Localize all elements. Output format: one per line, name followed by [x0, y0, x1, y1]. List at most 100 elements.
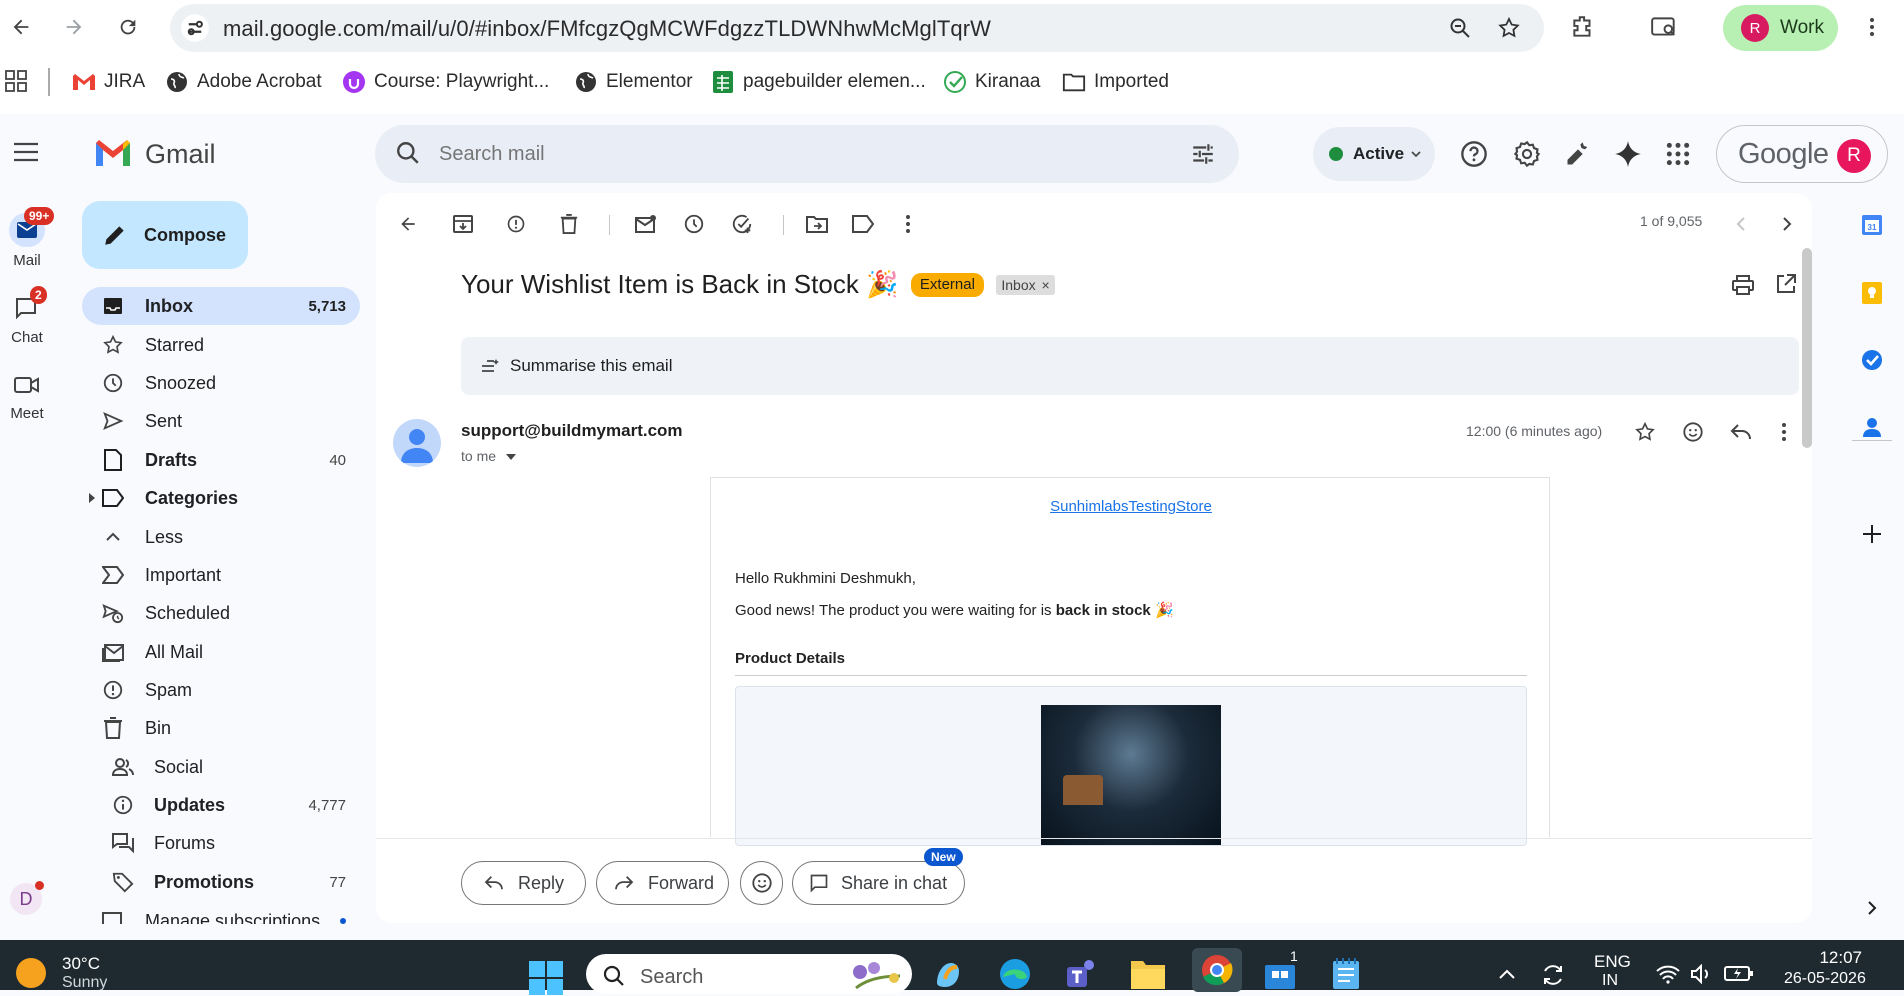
more-options-icon[interactable]: [893, 209, 923, 239]
contacts-icon[interactable]: [1855, 410, 1889, 444]
back-icon[interactable]: [3, 9, 39, 45]
account-box[interactable]: Google R: [1716, 125, 1888, 183]
sidebar-item-all-mail[interactable]: All Mail: [82, 633, 360, 671]
apps-grid-icon[interactable]: [5, 70, 27, 92]
remove-label-icon[interactable]: ×: [1042, 277, 1050, 293]
bookmark-elementor[interactable]: Elementor: [574, 68, 693, 96]
print-icon[interactable]: [1732, 275, 1754, 295]
older-chevron-right-icon[interactable]: [1772, 209, 1802, 239]
browser-menu-icon[interactable]: [1860, 14, 1884, 40]
sidebar-item-manage-subscriptions[interactable]: Manage subscriptions: [82, 906, 360, 924]
sender-email[interactable]: support@buildmymart.com: [461, 421, 683, 441]
battery-charging-icon[interactable]: [1724, 962, 1754, 984]
sidebar-item-promotions[interactable]: Promotions 77: [82, 863, 360, 901]
status-chip[interactable]: Active: [1313, 127, 1435, 181]
emoji-button[interactable]: [740, 861, 783, 905]
emoji-reaction-icon[interactable]: [1682, 421, 1704, 443]
bookmark-kiranaa[interactable]: Kiranaa: [943, 68, 1041, 96]
search-icon[interactable]: [395, 140, 421, 166]
copilot-app-icon[interactable]: [928, 954, 968, 994]
sidebar-item-social[interactable]: Social: [82, 748, 360, 786]
bookmark-imported[interactable]: Imported: [1062, 68, 1169, 96]
gemini-sparkle-icon[interactable]: [1614, 140, 1642, 168]
volume-icon[interactable]: [1690, 964, 1714, 984]
show-side-panel-chevron-icon[interactable]: [1855, 891, 1889, 925]
sender-avatar[interactable]: [393, 419, 441, 467]
reply-icon[interactable]: [1730, 423, 1752, 441]
windows-start-icon[interactable]: [528, 960, 564, 996]
tasks-icon[interactable]: [1855, 343, 1889, 377]
mark-unread-icon[interactable]: [631, 209, 661, 239]
sync-icon[interactable]: [1540, 962, 1566, 988]
sidebar-item-inbox[interactable]: Inbox 5,713: [82, 287, 360, 325]
recipient-toggle[interactable]: to me: [461, 448, 516, 464]
zoom-icon[interactable]: [1448, 16, 1472, 40]
newer-chevron-left-icon[interactable]: [1726, 209, 1756, 239]
google-apps-icon[interactable]: [1665, 141, 1691, 167]
weather-sun-icon[interactable]: [16, 958, 46, 988]
calendar-icon[interactable]: 31: [1855, 208, 1889, 242]
sidebar-item-bin[interactable]: Bin: [82, 709, 360, 747]
sidebar-item-less[interactable]: Less: [82, 518, 360, 556]
settings-gear-icon[interactable]: [1513, 140, 1541, 168]
sidebar-item-categories[interactable]: Categories: [82, 479, 360, 517]
bookmark-jira[interactable]: JIRA: [72, 68, 145, 96]
product-image[interactable]: [1041, 705, 1221, 845]
delete-icon[interactable]: [554, 209, 584, 239]
search-options-icon[interactable]: [1190, 141, 1216, 167]
chat-icon[interactable]: 2: [14, 286, 47, 320]
sidebar-item-updates[interactable]: Updates 4,777: [82, 786, 360, 824]
sidebar-item-forums[interactable]: Forums: [82, 824, 360, 862]
gemini-tools-icon[interactable]: [1564, 140, 1592, 168]
sidebar-item-starred[interactable]: Starred: [82, 326, 360, 364]
search-input[interactable]: [439, 137, 1139, 171]
snooze-icon[interactable]: [679, 209, 709, 239]
taskbar-search[interactable]: Search: [586, 954, 912, 994]
get-addons-plus-icon[interactable]: [1855, 517, 1889, 551]
extensions-icon[interactable]: [1570, 14, 1596, 40]
share-in-chat-button[interactable]: Share in chat New: [792, 848, 965, 905]
open-new-window-icon[interactable]: [1776, 274, 1796, 294]
wifi-icon[interactable]: [1656, 964, 1680, 984]
compose-button[interactable]: Compose: [82, 201, 248, 269]
clock-time[interactable]: 12:07: [1782, 948, 1862, 968]
search-box[interactable]: [375, 125, 1239, 183]
sidebar-item-spam[interactable]: Spam: [82, 671, 360, 709]
sidebar-item-scheduled[interactable]: Scheduled: [82, 594, 360, 632]
forward-icon[interactable]: [56, 9, 92, 45]
bookmark-playwright-course[interactable]: Course: Playwright...: [342, 68, 549, 96]
store-app-icon[interactable]: 1: [1260, 948, 1301, 994]
gmail-logo-icon[interactable]: [94, 138, 132, 168]
store-link[interactable]: SunhimlabsTestingStore: [1050, 498, 1212, 515]
sidebar-item-important[interactable]: Important: [82, 556, 360, 594]
report-spam-icon[interactable]: [501, 209, 531, 239]
chrome-app-icon[interactable]: [1192, 948, 1242, 992]
mail-rail-button[interactable]: 99+: [9, 207, 55, 247]
show-hidden-icons-chevron-icon[interactable]: [1498, 968, 1516, 980]
archive-icon[interactable]: [448, 209, 478, 239]
star-message-icon[interactable]: [1634, 421, 1656, 443]
profile-chip[interactable]: R Work: [1723, 5, 1838, 51]
bookmark-adobe-acrobat[interactable]: Adobe Acrobat: [165, 68, 322, 96]
address-bar[interactable]: mail.google.com/mail/u/0/#inbox/FMfcgzQg…: [170, 4, 1544, 52]
main-menu-icon[interactable]: [13, 141, 39, 163]
keep-notes-icon[interactable]: [1855, 276, 1889, 310]
bookmark-pagebuilder[interactable]: pagebuilder elemen...: [711, 68, 926, 96]
message-more-icon[interactable]: [1781, 422, 1787, 442]
back-to-inbox-icon[interactable]: [393, 209, 423, 239]
summarise-button[interactable]: Summarise this email: [461, 337, 1799, 395]
add-to-tasks-icon[interactable]: [727, 209, 757, 239]
sidebar-item-sent[interactable]: Sent: [82, 402, 360, 440]
sidebar-item-snoozed[interactable]: Snoozed: [82, 364, 360, 402]
notepad-app-icon[interactable]: [1326, 954, 1366, 994]
tab-search-icon[interactable]: [1650, 14, 1678, 40]
edge-browser-icon[interactable]: [995, 954, 1035, 994]
reload-icon[interactable]: [110, 9, 146, 45]
user-avatar[interactable]: D: [10, 881, 44, 915]
forward-button[interactable]: Forward: [596, 861, 729, 905]
bookmark-star-icon[interactable]: [1497, 16, 1521, 40]
reading-pane-scrollbar[interactable]: [1802, 248, 1812, 448]
label-as-icon[interactable]: [848, 209, 878, 239]
teams-app-icon[interactable]: [1062, 954, 1102, 994]
site-info-icon[interactable]: [180, 13, 210, 43]
